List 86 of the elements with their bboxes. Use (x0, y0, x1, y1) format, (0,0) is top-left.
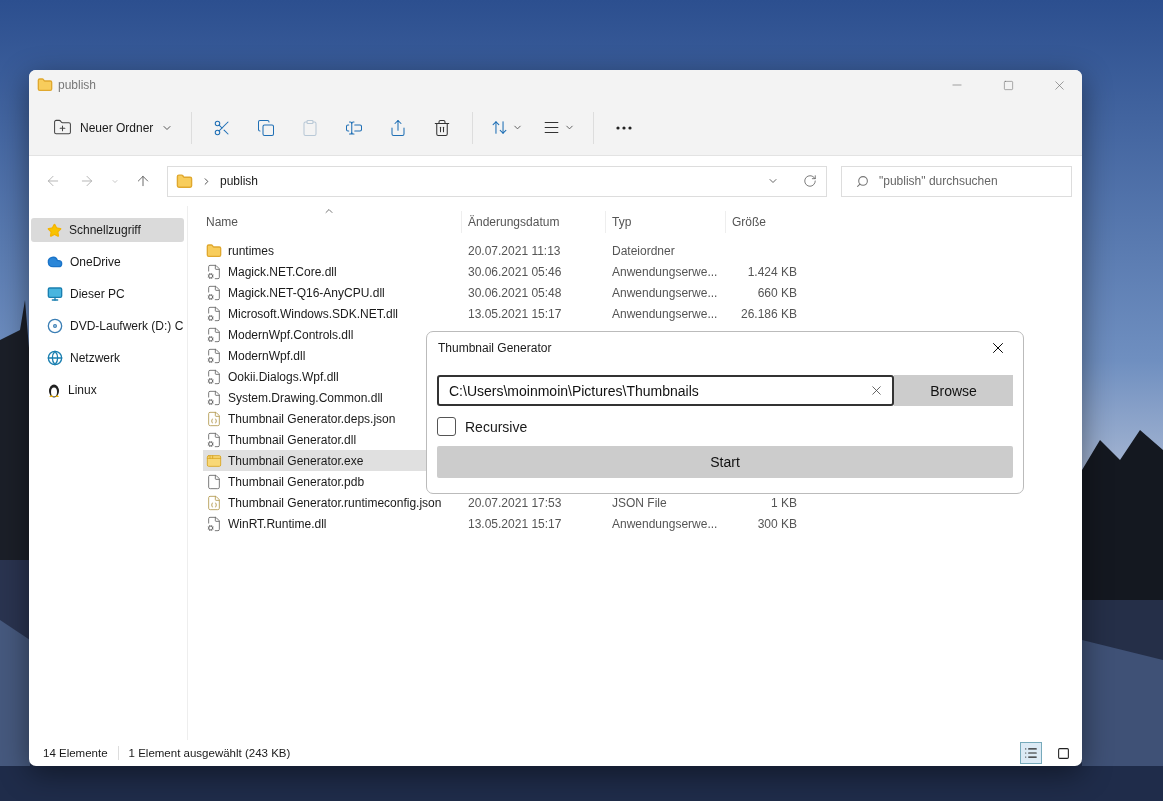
dll-file-icon (206, 431, 222, 448)
sidebar-item[interactable]: Schnellzugriff (31, 218, 184, 242)
breadcrumb[interactable]: publish (220, 174, 752, 188)
disc-icon (47, 318, 63, 334)
dll-file-icon (206, 305, 222, 322)
details-view-button[interactable] (1020, 742, 1042, 764)
sidebar-item[interactable]: Dieser PC (31, 282, 184, 306)
file-row[interactable]: Microsoft.Windows.SDK.NET.dll (203, 303, 461, 324)
more-icon (616, 125, 633, 130)
dll-file-icon (206, 368, 222, 385)
table-cell: Anwendungserwe... (612, 306, 718, 321)
table-cell: 13.05.2021 15:17 (468, 306, 562, 321)
window-title: publish (58, 78, 98, 92)
sidebar-item[interactable]: Netzwerk (31, 346, 184, 370)
clear-icon[interactable] (869, 383, 884, 398)
item-count: 14 Elemente (43, 747, 108, 759)
table-cell: 26.186 KB (740, 306, 797, 321)
path-field[interactable]: C:\Users\moinmoin\Pictures\Thumbnails (437, 375, 894, 406)
network-icon (47, 350, 63, 366)
dialog-title: Thumbnail Generator (438, 341, 552, 355)
table-cell: 1 KB (771, 495, 797, 510)
table-cell: Anwendungserwe... (612, 264, 718, 279)
dll-file-icon (206, 515, 222, 532)
folder-icon (37, 77, 53, 93)
json-file-icon (206, 494, 222, 511)
file-row[interactable]: WinRT.Runtime.dll (203, 513, 461, 534)
refresh-icon (803, 174, 817, 188)
share-icon (389, 118, 408, 137)
file-row[interactable]: Magick.NET.Core.dll (203, 261, 461, 282)
recursive-checkbox[interactable] (437, 417, 456, 436)
search-field[interactable]: "publish" durchsuchen (841, 165, 1072, 197)
dll-file-icon (206, 347, 222, 364)
file-row[interactable]: runtimes (203, 240, 461, 261)
maximize-icon (1002, 79, 1014, 91)
paste-icon (301, 118, 320, 137)
star-icon (47, 222, 62, 238)
start-button[interactable]: Start (437, 446, 1013, 478)
table-cell: 660 KB (757, 285, 797, 300)
trash-icon (433, 118, 452, 137)
app-icon (206, 452, 222, 469)
column-header[interactable]: Typ (612, 215, 632, 229)
column-header[interactable]: Name (206, 215, 238, 229)
file-row[interactable]: Magick.NET-Q16-AnyCPU.dll (203, 282, 461, 303)
table-cell: 30.06.2021 05:46 (468, 264, 562, 279)
table-cell: 20.07.2021 11:13 (468, 243, 561, 258)
dll-file-icon (206, 389, 222, 406)
details-view-icon (1024, 746, 1038, 760)
checkbox-label: Recursive (465, 418, 528, 435)
sort-icon (491, 119, 509, 136)
view-icon (543, 119, 561, 136)
folder-plus-icon (53, 118, 72, 137)
column-header[interactable]: Änderungsdatum (468, 215, 560, 229)
json-file-icon (206, 410, 222, 427)
copy-icon (257, 118, 276, 137)
folder-icon (176, 172, 193, 190)
table-cell: 1.424 KB (747, 264, 797, 279)
table-cell: 30.06.2021 05:48 (468, 285, 562, 300)
back-arrow-icon (45, 173, 61, 189)
browse-button[interactable]: Browse (894, 375, 1013, 406)
penguin-icon (47, 382, 61, 398)
table-cell: Anwendungserwe... (612, 285, 718, 300)
dll-file-icon (206, 263, 222, 280)
table-cell: 300 KB (757, 516, 797, 531)
tiles-view-icon (1056, 746, 1070, 760)
forward-arrow-icon (79, 173, 95, 189)
cloud-icon (47, 254, 63, 270)
rename-icon (345, 118, 364, 137)
table-cell: Anwendungserwe... (612, 516, 718, 531)
table-cell: 13.05.2021 15:17 (468, 516, 562, 531)
dll-file-icon (206, 326, 222, 343)
table-cell: Dateiordner (612, 243, 675, 258)
file-row[interactable]: Thumbnail Generator.runtimeconfig.json (203, 492, 461, 513)
file-icon (206, 473, 222, 490)
address-bar[interactable]: publish (167, 165, 827, 197)
dll-file-icon (206, 284, 222, 301)
sidebar-item[interactable]: Linux (31, 378, 184, 402)
new-folder-button[interactable]: Neuer Ordner (45, 110, 182, 145)
table-cell: 20.07.2021 17:53 (468, 495, 562, 510)
sidebar-item[interactable]: OneDrive (31, 250, 184, 274)
table-cell: JSON File (612, 495, 667, 510)
search-icon (856, 174, 869, 188)
folder-icon (206, 242, 222, 259)
sidebar-item[interactable]: DVD-Laufwerk (D:) C (31, 314, 184, 338)
monitor-icon (47, 286, 63, 302)
selection-info: 1 Element ausgewählt (243 KB) (128, 747, 292, 759)
column-header[interactable]: Größe (732, 215, 766, 229)
